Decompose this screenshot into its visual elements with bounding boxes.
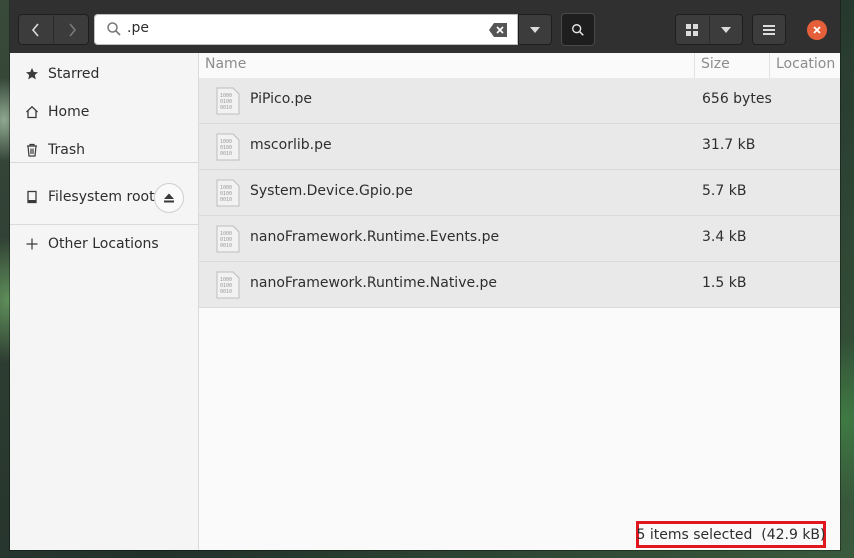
file-size: 31.7 kB [702,137,756,153]
file-list-view: Name Size Location 1000 0100 0010 PiPico.p… [199,53,840,550]
search-icon [107,22,121,36]
hamburger-menu-icon [763,24,775,35]
binary-file-icon: 100001000010 [216,179,240,207]
sidebar-divider [10,224,198,225]
selection-status-text: 5 items selected (42.9 kB) [636,526,826,543]
chevron-left-icon [31,22,39,37]
svg-text:0010: 0010 [220,289,232,295]
drive-icon [24,189,40,205]
navigation-buttons [18,14,89,45]
forward-button[interactable] [53,14,89,45]
binary-file-icon: 100001000010 [216,133,240,161]
search-toggle-button[interactable] [561,13,595,46]
binary-file-icon: 100001000010 [216,225,240,253]
back-button[interactable] [18,14,53,45]
chevron-right-icon [68,22,76,37]
view-options-button[interactable] [708,14,744,45]
sidebar-item-home[interactable]: Home [10,95,198,129]
sidebar-item-label: Trash [48,142,85,158]
file-row[interactable]: 1000 0100 0010 nanoFramework.Runtime.Event… [199,216,840,262]
file-size: 1.5 kB [702,275,747,291]
sidebar-item-label: Starred [48,66,100,82]
binary-file-icon: 100001000010 [216,87,240,115]
selection-status-label: 5 items selected (42.9 kB) [636,521,826,548]
main-menu-button[interactable] [752,14,786,45]
clear-search-icon[interactable] [488,22,508,38]
file-name: mscorlib.pe [250,137,332,153]
file-size: 3.4 kB [702,229,747,245]
file-name: System.Device.Gpio.pe [250,183,413,199]
close-window-button[interactable] [807,20,827,40]
file-manager-window: .pe Starred Home Trash Filesystem root O… [10,0,840,550]
home-icon [24,104,40,120]
svg-text:0010: 0010 [220,151,232,157]
grid-view-button[interactable] [675,14,709,45]
plus-icon [24,236,40,252]
view-switcher [675,14,743,45]
binary-file-icon: 100001000010 [216,271,240,299]
chevron-down-icon [530,26,540,33]
column-divider [769,53,770,79]
sidebar-divider [10,162,198,163]
file-name: nanoFramework.Runtime.Events.pe [250,229,500,245]
file-row[interactable]: 1000 0100 0010 mscorlib.pe 31.7 kB [199,124,840,170]
file-size: 656 bytes [702,91,772,107]
trash-icon [24,142,40,158]
svg-text:0010: 0010 [220,243,232,249]
sidebar-item-label: Filesystem root [48,189,155,205]
file-row[interactable]: 1000 0100 0010 PiPico.pe 656 bytes [199,78,840,124]
svg-text:0010: 0010 [220,197,232,203]
header-bar: .pe [10,0,840,53]
file-row[interactable]: 1000 0100 0010 System.Device.Gpio.pe 5.7 k… [199,170,840,216]
column-header-location[interactable]: Location [776,56,835,72]
sidebar-item-other-locations[interactable]: Other Locations [10,227,198,261]
search-query: .pe [127,20,149,36]
close-icon [813,26,821,34]
eject-button[interactable] [155,184,183,212]
search-options-button[interactable] [518,14,552,45]
search-input[interactable]: .pe [94,14,518,45]
file-name: PiPico.pe [250,91,313,107]
sidebar-item-label: Home [48,104,90,120]
chevron-down-icon [721,26,732,33]
column-divider [694,53,695,79]
places-sidebar: Starred Home Trash Filesystem root Other… [10,53,199,550]
file-size: 5.7 kB [702,183,747,199]
sidebar-item-label: Other Locations [48,236,159,252]
file-row[interactable]: 1000 0100 0010 nanoFramework.Runtime.Nativ… [199,262,840,308]
column-header-name[interactable]: Name [205,56,246,72]
star-icon [24,66,40,82]
search-icon [572,23,584,36]
file-name: nanoFramework.Runtime.Native.pe [250,275,498,291]
svg-text:0010: 0010 [220,105,232,111]
grid-icon [685,23,698,36]
column-header-row: Name Size Location [199,53,840,80]
sidebar-item-starred[interactable]: Starred [10,57,198,91]
eject-icon [164,193,174,203]
column-header-size[interactable]: Size [701,56,730,72]
